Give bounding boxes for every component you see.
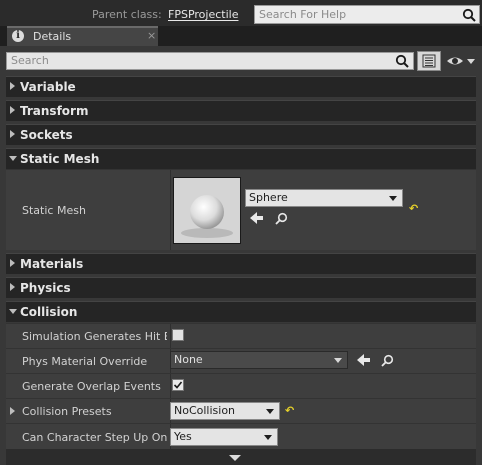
use-selected-arrow-icon[interactable]	[250, 212, 264, 224]
category-sockets-title: Sockets	[20, 128, 73, 142]
search-icon[interactable]	[462, 8, 476, 22]
top-bar: Parent class: FPSProjectile Search For H…	[0, 0, 482, 28]
sim-hit-events-label: Simulation Generates Hit Events	[22, 330, 167, 343]
help-search-placeholder: Search For Help	[259, 8, 347, 21]
checkmark-icon	[173, 381, 183, 389]
collision-presets-label: Collision Presets	[22, 405, 112, 418]
view-options-button[interactable]	[417, 51, 441, 71]
expand-arrow-icon[interactable]	[10, 407, 15, 415]
category-variable[interactable]: Variable	[6, 76, 476, 97]
category-static-mesh-title: Static Mesh	[20, 152, 100, 166]
mesh-thumbnail[interactable]	[173, 177, 241, 244]
reset-to-default-icon[interactable]: ↶	[409, 202, 418, 215]
collapse-arrow-icon	[9, 156, 17, 161]
phys-material-select[interactable]: None	[170, 351, 348, 369]
dropdown-arrow-icon	[334, 358, 342, 363]
column-divider	[170, 374, 171, 398]
static-mesh-label: Static Mesh	[22, 204, 86, 217]
expand-arrow-icon	[10, 259, 15, 267]
category-collision[interactable]: Collision	[6, 301, 476, 322]
collision-presets-value: NoCollision	[174, 404, 236, 417]
tab-details[interactable]: i Details ×	[7, 26, 158, 46]
category-collision-title: Collision	[20, 305, 78, 319]
phys-material-label: Phys Material Override	[22, 355, 148, 368]
expand-arrow-icon	[10, 106, 15, 114]
dropdown-arrow-icon	[264, 435, 272, 440]
details-search-input[interactable]: Search	[6, 52, 414, 70]
overlap-events-row: Generate Overlap Events	[6, 373, 476, 398]
tab-row: i Details ×	[0, 26, 482, 46]
expand-arrow-icon	[10, 130, 15, 138]
sim-hit-events-row: Simulation Generates Hit Events	[6, 323, 476, 348]
reset-to-default-icon[interactable]: ↶	[285, 404, 294, 417]
collapse-arrow-icon	[9, 309, 17, 314]
parent-class-link[interactable]: FPSProjectile	[168, 8, 238, 21]
overlap-events-checkbox[interactable]	[172, 379, 184, 391]
list-view-icon	[422, 54, 436, 68]
details-search-placeholder: Search	[11, 54, 49, 67]
sphere-preview-icon	[174, 178, 240, 243]
browse-search-icon[interactable]	[275, 212, 288, 225]
step-up-value: Yes	[174, 430, 192, 443]
eye-icon[interactable]	[446, 53, 476, 69]
step-up-select[interactable]: Yes	[170, 428, 278, 446]
category-physics[interactable]: Physics	[6, 277, 476, 298]
close-icon[interactable]: ×	[147, 29, 156, 42]
overlap-events-label: Generate Overlap Events	[22, 380, 161, 393]
category-transform-title: Transform	[20, 104, 89, 118]
info-icon: i	[12, 30, 24, 42]
category-sockets[interactable]: Sockets	[6, 124, 476, 145]
category-materials[interactable]: Materials	[6, 253, 476, 274]
static-mesh-select[interactable]: Sphere	[245, 189, 403, 207]
category-transform[interactable]: Transform	[6, 100, 476, 121]
tab-details-label: Details	[33, 30, 72, 43]
static-mesh-row: Static Mesh	[6, 169, 476, 250]
dropdown-arrow-icon	[266, 409, 274, 414]
browse-search-icon[interactable]	[381, 354, 394, 367]
phys-material-value: None	[174, 353, 203, 366]
search-icon[interactable]	[395, 54, 409, 68]
category-static-mesh[interactable]: Static Mesh	[6, 148, 476, 169]
use-selected-arrow-icon[interactable]	[357, 354, 371, 366]
chevron-down-icon[interactable]	[229, 455, 241, 461]
dropdown-arrow-icon	[389, 196, 397, 201]
help-search-input[interactable]: Search For Help	[254, 5, 480, 24]
static-mesh-value: Sphere	[249, 191, 288, 204]
category-physics-title: Physics	[20, 281, 71, 295]
category-materials-title: Materials	[20, 257, 84, 271]
advanced-expander-bar[interactable]	[6, 449, 476, 465]
category-variable-title: Variable	[20, 80, 76, 94]
step-up-label: Can Character Step Up On	[22, 431, 168, 444]
parent-class-label: Parent class:	[92, 8, 162, 21]
expand-arrow-icon	[10, 283, 15, 291]
column-divider	[170, 324, 171, 348]
collision-presets-select[interactable]: NoCollision	[170, 402, 280, 420]
sim-hit-events-checkbox[interactable]	[172, 329, 184, 341]
expand-arrow-icon	[10, 82, 15, 90]
column-divider	[170, 170, 171, 250]
